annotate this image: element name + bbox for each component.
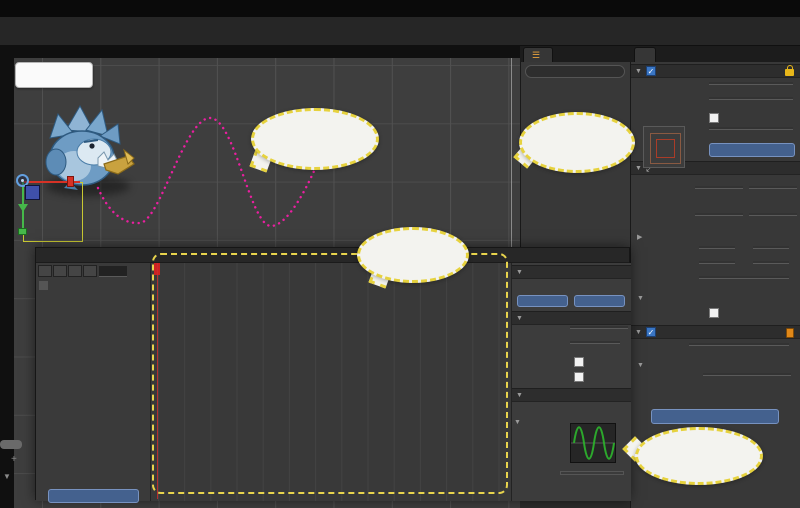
action-file-panel: ▼ ▼ ▼ ▼ (511, 263, 631, 501)
alpha-field[interactable] (709, 127, 793, 130)
create-button[interactable] (517, 295, 568, 307)
graphview-highlight-frame (152, 253, 508, 494)
action-editor-property-column (36, 263, 151, 501)
collapse-arrow-icon[interactable]: ▼ (635, 329, 642, 336)
prev-frame-button[interactable] (68, 265, 82, 277)
value-field[interactable] (560, 471, 624, 475)
annotation-bubble-scene (251, 108, 379, 170)
next-frame-button[interactable] (83, 265, 97, 277)
lock-icon[interactable] (785, 69, 794, 76)
length-field[interactable] (703, 373, 791, 376)
animators-arrow-icon[interactable]: ▼ (637, 362, 644, 369)
action-editor-window: ▼ ▼ ▼ ▼ (35, 247, 630, 500)
tab-hierarchy[interactable]: ☰ (523, 47, 553, 62)
collapse-arrow-icon[interactable]: ▼ (635, 68, 642, 75)
script-field (689, 343, 789, 346)
anchoredx-field[interactable] (695, 186, 743, 189)
anchor-preset-widget[interactable] (643, 126, 685, 168)
width-field[interactable] (695, 213, 743, 216)
plus-icon: + (11, 454, 17, 465)
pivot-x-field[interactable] (699, 246, 735, 249)
qc-action-header[interactable]: ▼ (512, 311, 631, 325)
rotation-field[interactable] (699, 276, 789, 279)
interactive-checkbox[interactable] (709, 308, 719, 318)
collapse-arrow-icon[interactable]: ▼ (635, 165, 642, 172)
tab-inspector[interactable] (634, 47, 656, 62)
qici-engine-editor: ☰ ▼ ✓ ▼ ⤢ (0, 0, 800, 508)
curve-preview-svg (571, 424, 615, 462)
timeline-play-button[interactable] (53, 265, 67, 277)
qc-node-header[interactable]: ▼ ✓ (631, 64, 800, 78)
hierarchy-search[interactable] (525, 65, 625, 78)
action-file-header[interactable]: ▼ (512, 265, 631, 279)
ruler-corner (0, 46, 14, 58)
annotation-bubble-hierarchy (519, 112, 635, 173)
toolbar (0, 17, 800, 46)
background-panel-fragment (0, 440, 22, 449)
scale-y-field[interactable] (753, 261, 789, 264)
anchoredy-field[interactable] (749, 186, 797, 189)
position-header[interactable]: ▼ (512, 388, 631, 402)
horizontal-ruler (14, 46, 520, 58)
scale-x-field[interactable] (699, 261, 735, 264)
hierarchy-list-icon: ☰ (532, 50, 540, 61)
script-file-icon[interactable] (786, 328, 794, 338)
save-button[interactable] (574, 295, 625, 307)
component-enabled-checkbox[interactable]: ✓ (646, 327, 656, 337)
target-locked-checkbox[interactable] (574, 357, 584, 367)
action-name-field[interactable] (570, 326, 628, 329)
add-property-button[interactable] (48, 489, 139, 503)
chevron-down-icon: ▼ (3, 472, 11, 481)
anchor-inner-square (656, 139, 675, 158)
hit-area-arrow-icon[interactable]: ▼ (637, 295, 644, 302)
loop-checkbox[interactable] (574, 372, 584, 382)
menu-bar (0, 0, 800, 17)
qc-animator-header[interactable]: ▼ ✓ (631, 325, 800, 339)
annotation-bubble-timeline (357, 227, 469, 283)
name-field[interactable] (709, 82, 793, 85)
annotation-bubble-curve (635, 427, 763, 485)
tween-arrow-icon[interactable]: ▼ (514, 419, 521, 426)
frame-field[interactable] (99, 266, 127, 277)
add-component-button[interactable] (651, 409, 779, 424)
height-field[interactable] (749, 213, 797, 216)
collapse-all-button[interactable] (39, 281, 48, 290)
apply-prefab-button[interactable] (709, 143, 795, 157)
target-object-field[interactable] (570, 341, 620, 344)
unique-name-field[interactable] (709, 97, 793, 100)
component-enabled-checkbox[interactable]: ✓ (646, 66, 656, 76)
pivot-y-field[interactable] (753, 246, 789, 249)
curve-preview[interactable] (570, 423, 616, 463)
ignore-destroy-checkbox[interactable] (709, 113, 719, 123)
anchors-arrow-icon[interactable]: ▶ (637, 233, 642, 241)
record-button[interactable] (38, 265, 52, 277)
